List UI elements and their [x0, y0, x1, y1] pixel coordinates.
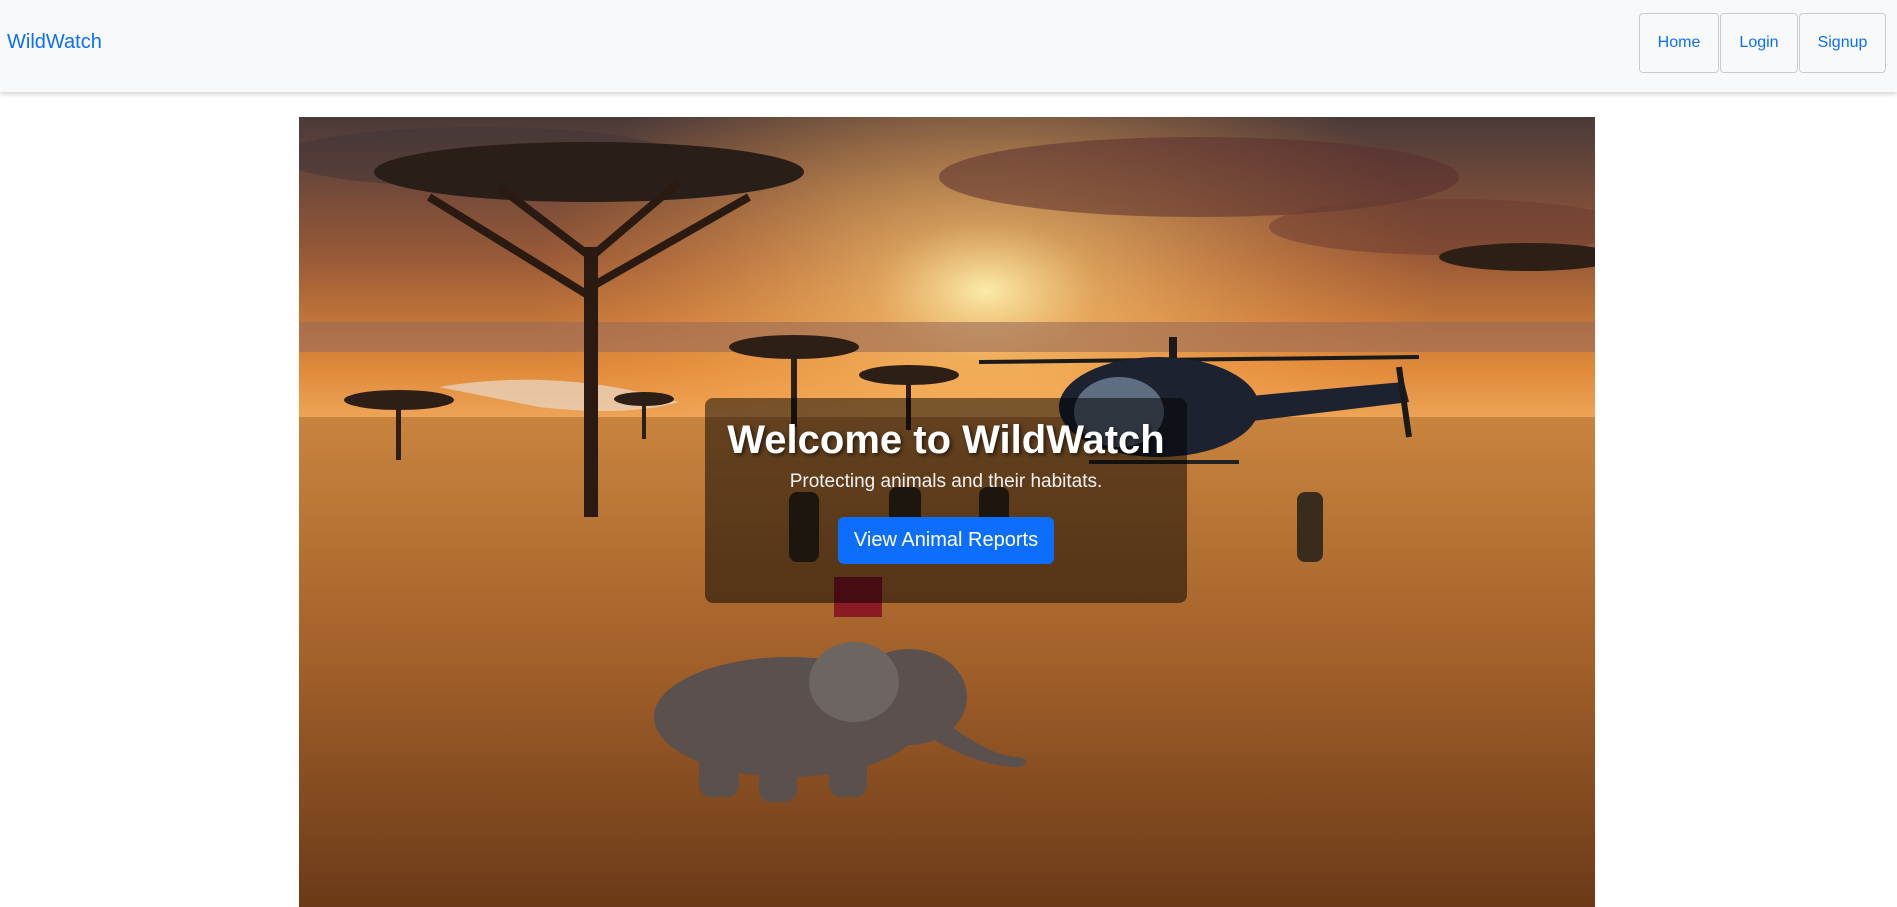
view-animal-reports-button[interactable]: View Animal Reports	[837, 517, 1055, 564]
brand-link[interactable]: WildWatch	[7, 31, 102, 54]
nav-home-button[interactable]: Home	[1639, 13, 1719, 73]
nav-links: Home Login Signup	[1638, 13, 1886, 73]
hero-overlay: Welcome to WildWatch Protecting animals …	[705, 398, 1187, 603]
hero-title: Welcome to WildWatch	[727, 418, 1165, 462]
nav-login-button[interactable]: Login	[1720, 13, 1798, 73]
navbar: WildWatch Home Login Signup	[0, 0, 1897, 92]
nav-signup-button[interactable]: Signup	[1799, 13, 1886, 73]
hero-section: Welcome to WildWatch Protecting animals …	[299, 117, 1595, 907]
hero-subtitle: Protecting animals and their habitats.	[789, 471, 1103, 492]
